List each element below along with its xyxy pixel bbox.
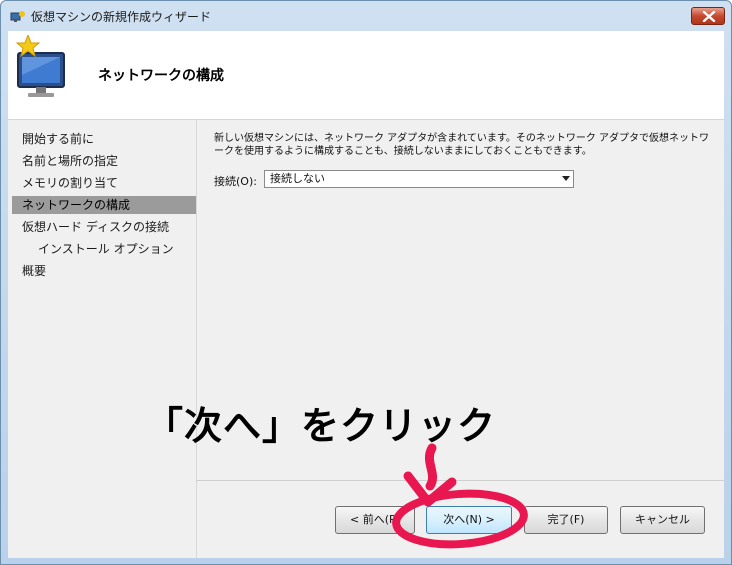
next-button-highlight-circle (392, 489, 528, 549)
annotation-overlay (392, 443, 528, 549)
